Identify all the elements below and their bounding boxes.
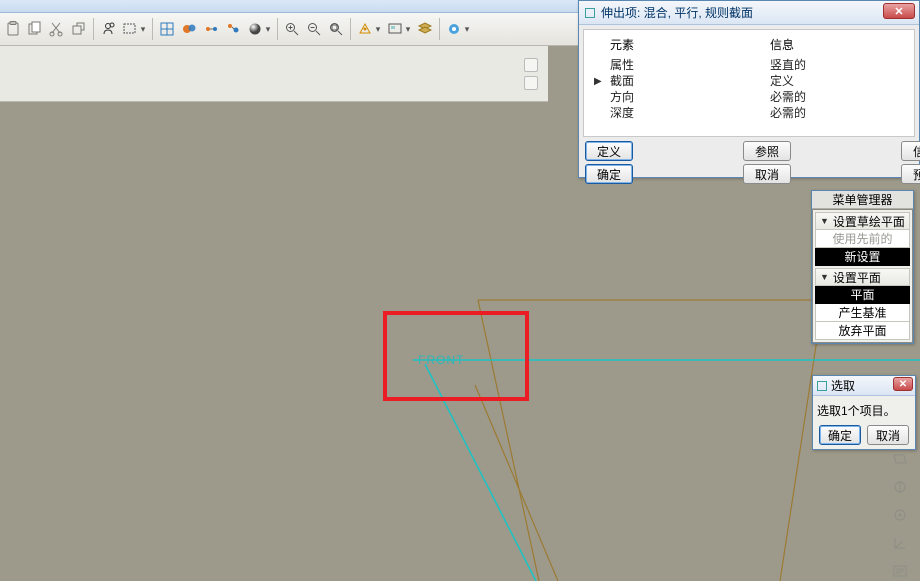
annotations-icon[interactable] [891,562,909,580]
orient-icon[interactable] [355,19,375,39]
toolbar-separator [152,18,153,40]
close-icon[interactable]: ✕ [883,3,915,19]
menu-manager-title[interactable]: 菜单管理器 [812,191,913,209]
zoom-out-icon[interactable] [304,19,324,39]
cancel-button[interactable]: 取消 [743,164,791,184]
menu-manager-panel: 菜单管理器 ▼ 设置草绘平面 使用先前的 新设置 ▼ 设置平面 平面 产生基准 放弃… [811,190,914,344]
current-row-indicator-icon: ▶ [594,74,602,90]
right-icon-strip [889,450,911,580]
layers-icon[interactable] [415,19,435,39]
datum-axis-icon[interactable] [891,478,909,496]
zoom-in-icon[interactable] [282,19,302,39]
dialog-icon [817,381,827,391]
select-message: 选取1个项目。 [817,402,911,419]
select-dialog-title: 选取 [831,377,855,394]
datum-plane-icon[interactable] [891,450,909,468]
preview-button[interactable]: 预览 [901,164,920,184]
column-element: 元素 [610,36,770,53]
ok-button[interactable]: 确定 [585,164,633,184]
cell-info: 必需的 [770,105,890,121]
menu-item-plane[interactable]: 平面 [815,286,910,304]
secondary-toolbar-right [514,46,548,102]
section-set-plane[interactable]: ▼ 设置平面 [815,268,910,286]
cut-icon[interactable] [47,19,67,39]
section-header-label: 设置草绘平面 [833,213,905,230]
reference-button[interactable]: 参照 [743,141,791,161]
chevron-down-icon: ▼ [820,216,829,226]
appearance-dropdown-icon[interactable]: ▾ [264,19,272,39]
extrude-options-dialog: 伸出项: 混合, 平行, 规则截面 ✕ 元素 信息 属性 竖直的 ▶ 截面 定义… [578,0,920,178]
mini-icon-a[interactable] [524,58,538,72]
section-set-sketch-plane[interactable]: ▼ 设置草绘平面 [815,212,910,230]
view-shade-icon[interactable] [179,19,199,39]
table-row[interactable]: ▶ 截面 定义 [586,73,912,89]
highlight-box [383,311,529,401]
copy-props-icon[interactable] [69,19,89,39]
saved-views-dropdown-icon[interactable]: ▾ [404,19,412,39]
datum-dropdown-icon[interactable]: ▾ [463,19,471,39]
paste-icon[interactable] [3,19,23,39]
toolbar-separator [350,18,351,40]
define-button[interactable]: 定义 [585,141,633,161]
mini-icon-b[interactable] [524,76,538,90]
select-dialog-titlebar[interactable]: 选取 ✕ [813,376,915,396]
cell-element: 方向 [610,89,770,105]
datum-point-icon[interactable] [891,506,909,524]
select-dropdown-icon[interactable]: ▾ [139,19,147,39]
close-icon[interactable]: ✕ [893,377,913,391]
column-info: 信息 [770,36,890,53]
table-row[interactable]: 方向 必需的 [586,89,912,105]
cell-element: 截面 [610,73,770,89]
appearance-icon[interactable] [245,19,265,39]
dialog-icon [585,8,595,18]
cell-info: 竖直的 [770,57,890,73]
datum-toggle-icon[interactable] [444,19,464,39]
select-rect-icon[interactable] [120,19,140,39]
dialog-body: 元素 信息 属性 竖直的 ▶ 截面 定义 方向 必需的 深度 必需的 [583,29,915,137]
info-button[interactable]: 信息 [901,141,920,161]
saved-views-icon[interactable] [385,19,405,39]
datum-csys-icon[interactable] [891,534,909,552]
select-dialog: 选取 ✕ 选取1个项目。 确定 取消 [812,375,916,450]
cell-info: 必需的 [770,89,890,105]
select-cancel-button[interactable]: 取消 [867,425,909,445]
dialog-titlebar[interactable]: 伸出项: 混合, 平行, 规则截面 ✕ [579,1,919,25]
orient-dropdown-icon[interactable]: ▾ [374,19,382,39]
menu-item-new-setup[interactable]: 新设置 [815,248,910,266]
view-repaint-icon[interactable] [157,19,177,39]
view-wire-icon[interactable] [201,19,221,39]
main-toolbar: ▾ ▾ ▾ ▾ ▾ [0,13,584,46]
select-ok-button[interactable]: 确定 [819,425,861,445]
find-icon[interactable] [98,19,118,39]
table-header: 元素 信息 [586,34,912,57]
view-hidden-icon[interactable] [223,19,243,39]
menu-item-use-previous[interactable]: 使用先前的 [815,230,910,248]
dialog-button-row: 定义 确定 参照 取消 信息 预览 [579,141,919,190]
window-titlebar-fragment [0,0,584,13]
zoom-fit-icon[interactable] [326,19,346,39]
table-row[interactable]: 深度 必需的 [586,105,912,121]
table-row[interactable]: 属性 竖直的 [586,57,912,73]
cell-element: 属性 [610,57,770,73]
section-header-label: 设置平面 [833,269,881,286]
menu-item-make-datum[interactable]: 产生基准 [815,304,910,322]
secondary-toolbar-area [0,46,548,102]
cell-element: 深度 [610,105,770,121]
cell-info: 定义 [770,73,890,89]
copy-icon[interactable] [25,19,45,39]
toolbar-separator [439,18,440,40]
dialog-title-text: 伸出项: 混合, 平行, 规则截面 [601,4,753,21]
menu-item-quit-plane[interactable]: 放弃平面 [815,322,910,340]
chevron-down-icon: ▼ [820,272,829,282]
toolbar-separator [277,18,278,40]
toolbar-separator [93,18,94,40]
